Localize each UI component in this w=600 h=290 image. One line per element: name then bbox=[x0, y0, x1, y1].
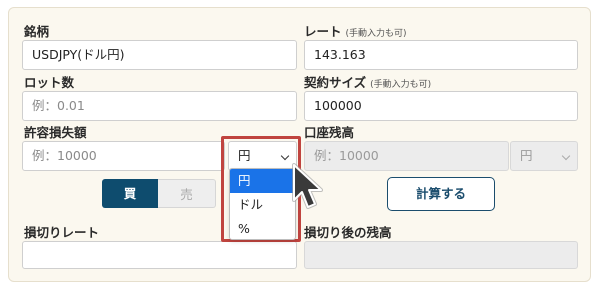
after-balance-output bbox=[304, 241, 578, 269]
after-balance-label: 損切り後の残高 bbox=[304, 225, 392, 240]
dropdown-option-dollar[interactable]: ドル bbox=[230, 193, 295, 217]
rate-note: (手動入力も可) bbox=[345, 29, 407, 39]
balance-input: 例：10000 bbox=[304, 141, 509, 171]
calculate-button[interactable]: 計算する bbox=[387, 177, 495, 211]
unit-dropdown-menu: 円 ドル % bbox=[229, 168, 296, 240]
dropdown-option-yen[interactable]: 円 bbox=[230, 169, 295, 193]
rate-label: レート (手動入力も可) bbox=[304, 24, 407, 39]
symbol-select[interactable]: USDJPY(ドル円) bbox=[22, 40, 297, 70]
balance-unit-value: 円 bbox=[520, 148, 533, 163]
mouse-cursor-icon bbox=[292, 163, 323, 209]
balance-label: 口座残高 bbox=[304, 125, 355, 140]
stop-rate-input[interactable] bbox=[22, 241, 297, 269]
risk-label: 許容損失額 bbox=[24, 125, 87, 140]
lot-label: ロット数 bbox=[24, 75, 75, 90]
lot-input[interactable]: 例：0.01 bbox=[22, 91, 297, 121]
rate-input[interactable]: 143.163 bbox=[304, 40, 578, 70]
chevron-down-icon bbox=[561, 151, 571, 161]
dropdown-option-percent[interactable]: % bbox=[230, 217, 295, 241]
buy-toggle[interactable]: 買 bbox=[102, 179, 158, 208]
stop-rate-label: 損切りレート bbox=[24, 225, 100, 240]
sell-toggle[interactable]: 売 bbox=[158, 179, 216, 208]
risk-input[interactable]: 例：10000 bbox=[22, 141, 225, 171]
symbol-value: USDJPY(ドル円) bbox=[32, 47, 125, 62]
balance-unit-select: 円 bbox=[510, 141, 578, 171]
contract-note: (手動入力も可) bbox=[370, 80, 432, 90]
symbol-label: 銘柄 bbox=[24, 24, 50, 39]
contract-input[interactable]: 100000 bbox=[304, 91, 578, 121]
contract-label: 契約サイズ (手動入力も可) bbox=[304, 75, 432, 90]
